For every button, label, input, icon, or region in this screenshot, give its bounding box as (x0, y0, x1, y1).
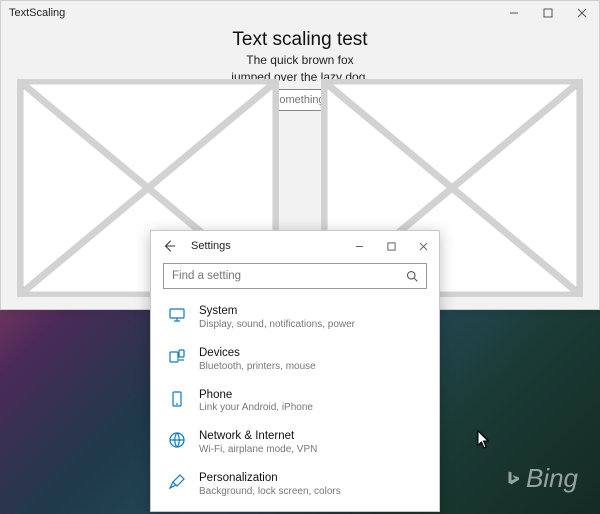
settings-titlebar[interactable]: Settings (151, 231, 439, 261)
minimize-button[interactable] (343, 231, 375, 261)
settings-item-text: PersonalizationBackground, lock screen, … (199, 472, 341, 498)
search-input[interactable] (172, 270, 406, 282)
back-button[interactable] (157, 234, 181, 258)
settings-item-desc: Background, lock screen, colors (199, 486, 341, 498)
settings-item-network-internet[interactable]: Network & InternetWi-Fi, airplane mode, … (163, 424, 427, 466)
settings-item-desc: Link your Android, iPhone (199, 402, 313, 414)
globe-icon (167, 430, 187, 450)
maximize-button[interactable] (375, 231, 407, 261)
settings-item-text: Network & InternetWi-Fi, airplane mode, … (199, 430, 317, 456)
search-icon (406, 270, 418, 282)
settings-window-controls (343, 231, 439, 261)
settings-item-desc: Wi-Fi, airplane mode, VPN (199, 444, 317, 456)
close-button[interactable] (565, 1, 599, 25)
settings-item-system[interactable]: SystemDisplay, sound, notifications, pow… (163, 299, 427, 341)
settings-item-desc: Display, sound, notifications, power (199, 319, 355, 331)
settings-item-text: DevicesBluetooth, printers, mouse (199, 347, 316, 373)
settings-body: SystemDisplay, sound, notifications, pow… (151, 261, 439, 511)
devices-icon (167, 347, 187, 367)
bing-label: Bing (526, 463, 578, 494)
settings-item-title: Network & Internet (199, 430, 317, 444)
settings-list: SystemDisplay, sound, notifications, pow… (163, 299, 427, 511)
settings-item-text: SystemDisplay, sound, notifications, pow… (199, 305, 355, 331)
textscaling-titlebar[interactable]: TextScaling (1, 1, 599, 25)
textscaling-title: TextScaling (9, 7, 65, 19)
settings-item-phone[interactable]: PhoneLink your Android, iPhone (163, 383, 427, 425)
arrow-left-icon (162, 239, 176, 253)
settings-item-title: Personalization (199, 472, 341, 486)
phone-icon (167, 389, 187, 409)
paintbrush-icon (167, 472, 187, 492)
minimize-button[interactable] (497, 1, 531, 25)
settings-item-title: Phone (199, 389, 313, 403)
bing-watermark: Bing (504, 463, 578, 494)
bing-icon (504, 470, 522, 488)
settings-item-text: PhoneLink your Android, iPhone (199, 389, 313, 415)
mouse-cursor (477, 430, 491, 450)
subtitle-line1: The quick brown fox (1, 53, 599, 68)
settings-item-title: System (199, 305, 355, 319)
page-heading: Text scaling test (1, 29, 599, 51)
monitor-icon (167, 305, 187, 325)
settings-item-devices[interactable]: DevicesBluetooth, printers, mouse (163, 341, 427, 383)
close-button[interactable] (407, 231, 439, 261)
settings-item-apps[interactable]: AppsUninstall, defaults, optional featur… (163, 508, 427, 511)
settings-window: Settings SystemDisplay, sound, notificat… (150, 230, 440, 512)
settings-item-personalization[interactable]: PersonalizationBackground, lock screen, … (163, 466, 427, 508)
maximize-button[interactable] (531, 1, 565, 25)
settings-search[interactable] (163, 263, 427, 289)
settings-item-desc: Bluetooth, printers, mouse (199, 361, 316, 373)
settings-item-title: Devices (199, 347, 316, 361)
settings-title: Settings (191, 240, 231, 252)
window-controls (497, 1, 599, 25)
